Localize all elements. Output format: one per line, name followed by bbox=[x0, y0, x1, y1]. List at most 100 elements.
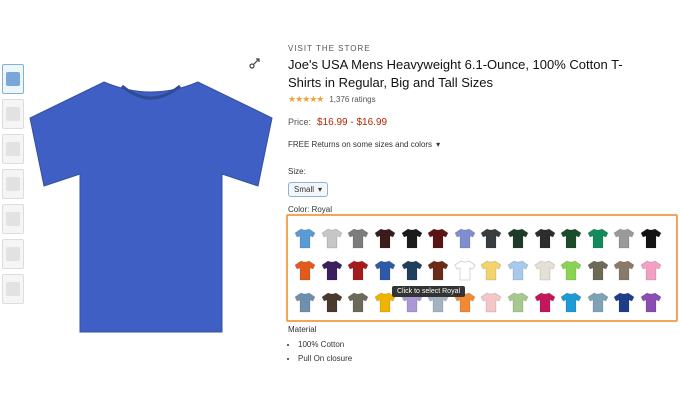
price-range: $16.99 - $16.99 bbox=[317, 117, 388, 128]
color-swatch[interactable] bbox=[638, 286, 665, 318]
color-swatch-panel: Click to select Royal bbox=[286, 214, 678, 322]
color-swatch[interactable] bbox=[292, 254, 319, 286]
t-shirt-icon bbox=[321, 260, 343, 281]
thumbnail-7[interactable] bbox=[2, 274, 24, 304]
thumbnail-5[interactable] bbox=[2, 204, 24, 234]
t-shirt-icon bbox=[427, 228, 449, 249]
chevron-down-icon: ▾ bbox=[436, 140, 441, 149]
color-swatch[interactable] bbox=[478, 286, 505, 318]
color-swatch[interactable] bbox=[611, 254, 638, 286]
details-bullet: 100% Cotton bbox=[298, 340, 352, 349]
color-swatch[interactable] bbox=[452, 254, 479, 286]
t-shirt-icon bbox=[560, 260, 582, 281]
thumbnail-image bbox=[6, 247, 20, 261]
t-shirt-icon bbox=[640, 292, 662, 313]
thumbnail-6[interactable] bbox=[2, 239, 24, 269]
color-swatch[interactable] bbox=[372, 254, 399, 286]
t-shirt-icon bbox=[454, 260, 476, 281]
thumbnail-image bbox=[6, 72, 20, 86]
thumbnail-3[interactable] bbox=[2, 134, 24, 164]
chevron-down-icon: ▾ bbox=[318, 185, 323, 194]
size-selected-value: Small bbox=[294, 185, 315, 194]
color-swatch[interactable] bbox=[292, 286, 319, 318]
color-swatch[interactable] bbox=[398, 254, 425, 286]
color-swatch[interactable] bbox=[638, 254, 665, 286]
t-shirt-icon bbox=[534, 292, 556, 313]
t-shirt-icon bbox=[507, 260, 529, 281]
color-swatch[interactable] bbox=[398, 222, 425, 254]
color-swatch[interactable] bbox=[638, 222, 665, 254]
t-shirt-icon bbox=[480, 292, 502, 313]
color-swatch[interactable] bbox=[531, 254, 558, 286]
color-swatch[interactable] bbox=[478, 222, 505, 254]
rating-row[interactable]: ★★★★★ 1,376 ratings bbox=[288, 94, 668, 105]
t-shirt-icon bbox=[507, 228, 529, 249]
t-shirt-icon bbox=[347, 228, 370, 249]
t-shirt-icon bbox=[613, 292, 635, 313]
t-shirt-icon bbox=[321, 228, 343, 249]
color-swatch[interactable] bbox=[585, 286, 612, 318]
returns-info[interactable]: FREE Returns on some sizes and colors ▾ bbox=[288, 140, 668, 149]
color-swatch[interactable] bbox=[425, 254, 452, 286]
t-shirt-icon bbox=[560, 228, 582, 249]
t-shirt-icon bbox=[401, 260, 423, 281]
rating-count[interactable]: 1,376 ratings bbox=[329, 95, 375, 104]
product-title: Joe's USA Mens Heavyweight 6.1-Ounce, 10… bbox=[288, 57, 623, 90]
color-swatch[interactable] bbox=[558, 222, 585, 254]
color-swatch[interactable] bbox=[505, 222, 532, 254]
color-swatch[interactable] bbox=[585, 222, 612, 254]
thumbnail-1[interactable] bbox=[2, 64, 24, 94]
color-swatch[interactable] bbox=[292, 222, 319, 254]
thumbnail-image bbox=[6, 282, 20, 296]
color-swatch[interactable] bbox=[611, 286, 638, 318]
product-details: Material 100% Cotton Pull On closure bbox=[288, 325, 352, 368]
color-swatch[interactable] bbox=[319, 222, 346, 254]
t-shirt-icon bbox=[613, 260, 635, 281]
thumbnail-image bbox=[6, 142, 20, 156]
t-shirt-icon bbox=[374, 260, 396, 281]
brand-link[interactable]: VISIT THE STORE bbox=[288, 44, 668, 53]
t-shirt-icon bbox=[534, 260, 556, 281]
color-swatch[interactable] bbox=[425, 222, 452, 254]
color-swatch[interactable] bbox=[585, 254, 612, 286]
color-swatch[interactable] bbox=[452, 222, 479, 254]
color-swatch[interactable] bbox=[478, 254, 505, 286]
size-label: Size: bbox=[288, 167, 306, 176]
size-dropdown[interactable]: Small ▾ bbox=[288, 182, 329, 197]
t-shirt-icon bbox=[587, 228, 609, 249]
color-swatch[interactable] bbox=[345, 286, 372, 318]
color-swatch[interactable] bbox=[372, 222, 399, 254]
color-swatch[interactable] bbox=[345, 222, 372, 254]
color-swatch[interactable] bbox=[505, 286, 532, 318]
color-swatch[interactable] bbox=[345, 254, 372, 286]
color-swatch[interactable] bbox=[558, 286, 585, 318]
share-icon[interactable] bbox=[248, 56, 262, 70]
t-shirt-icon bbox=[401, 228, 423, 249]
thumbnail-2[interactable] bbox=[2, 99, 24, 129]
thumbnail-strip bbox=[2, 64, 24, 309]
product-image[interactable] bbox=[26, 74, 276, 344]
t-shirt-icon bbox=[347, 260, 370, 281]
thumbnail-4[interactable] bbox=[2, 169, 24, 199]
thumbnail-image bbox=[6, 177, 20, 191]
color-swatch[interactable] bbox=[319, 254, 346, 286]
t-shirt-icon bbox=[480, 260, 502, 281]
t-shirt-icon bbox=[507, 292, 529, 313]
color-swatch[interactable] bbox=[611, 222, 638, 254]
t-shirt-icon bbox=[613, 228, 635, 249]
color-swatch[interactable] bbox=[505, 254, 532, 286]
color-swatch[interactable] bbox=[319, 286, 346, 318]
t-shirt-icon bbox=[560, 292, 582, 313]
thumbnail-image bbox=[6, 212, 20, 226]
t-shirt-icon bbox=[640, 260, 662, 281]
color-swatch[interactable] bbox=[558, 254, 585, 286]
t-shirt-icon bbox=[29, 81, 273, 333]
t-shirt-icon bbox=[374, 228, 396, 249]
color-swatch[interactable] bbox=[531, 222, 558, 254]
color-swatch-grid bbox=[292, 222, 664, 318]
thumbnail-image bbox=[6, 107, 20, 121]
t-shirt-icon bbox=[640, 228, 662, 249]
t-shirt-icon bbox=[321, 292, 343, 313]
color-swatch[interactable] bbox=[531, 286, 558, 318]
t-shirt-icon bbox=[294, 228, 316, 249]
